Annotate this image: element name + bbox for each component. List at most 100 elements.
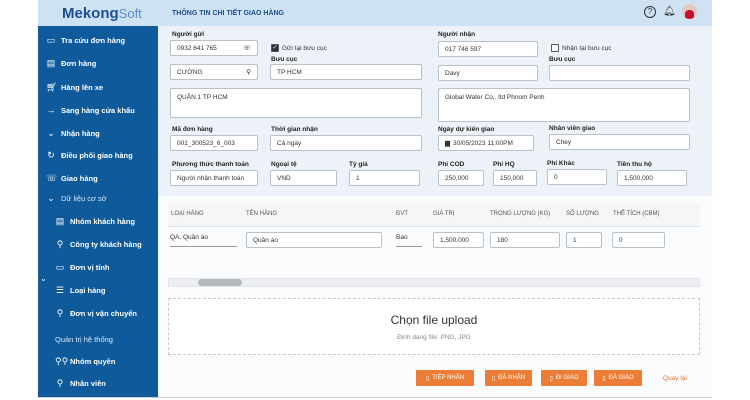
sender-phone-input[interactable]: 0932 641 765 ☏ — [170, 40, 258, 56]
other-fee-input[interactable]: 0 — [547, 169, 607, 185]
receiver-label: Người nhận — [438, 31, 476, 38]
sender-phone-value: 0932 641 765 — [177, 44, 217, 52]
sidebar-item-label: Điều phối giao hàng — [61, 151, 133, 160]
sidebar-item-label: Đơn hàng — [61, 59, 97, 68]
rate-input[interactable]: 1 — [349, 170, 420, 186]
collect-input[interactable]: 1,500,000 — [617, 170, 687, 186]
sidebar-item-label: Giao hàng — [61, 174, 98, 183]
logo-text: Mekong — [62, 5, 119, 22]
col-value: GIÁ TRỊ — [433, 211, 455, 217]
col-quantity: SỐ LƯỢNG — [566, 211, 599, 217]
time-input[interactable]: Cả ngày — [270, 135, 422, 151]
sender-post-office-input[interactable]: TP HCM — [270, 64, 422, 80]
delivered-label: ĐÃ GIAO — [608, 375, 634, 381]
menu-icon: ☰ — [55, 285, 65, 295]
hq-input[interactable]: 150,000 — [493, 170, 537, 186]
delivery-date-input[interactable]: ▆ 30/05/2023 11:00PM — [438, 135, 534, 151]
users-icon: ⚲⚲ — [55, 356, 69, 366]
logo-suffix: Soft — [118, 6, 142, 21]
cell-volume-input[interactable]: 0 — [612, 232, 665, 248]
sidebar-item-hang-len-xe[interactable]: 🛒︎ Hàng lên xe — [46, 82, 103, 93]
sidebar-item-sang-hang-cua-khau[interactable]: → Sang hàng cửa khẩu — [46, 105, 135, 115]
sender-address-textarea[interactable]: QUẬN 1 TP HCM — [170, 88, 422, 118]
send-at-post-office-checkbox[interactable]: ✓ — [271, 44, 279, 52]
time-label: Thời gian nhận — [271, 126, 318, 133]
sidebar-item-dieu-phoi-giao-hang[interactable]: ↻ Điều phối giao hàng — [46, 150, 133, 161]
sidebar-item-tra-cuu-don-hang[interactable]: ▭ Tra cứu đơn hàng — [46, 35, 125, 46]
payment-input[interactable]: Người nhận thanh toán — [170, 170, 258, 186]
send-at-post-office-label: Gửi tại bưu cục — [282, 45, 327, 52]
scrollbar-thumb[interactable] — [198, 279, 242, 286]
chevron-down-icon: ⌄ — [47, 193, 55, 203]
sidebar-item-label: Quản trị hệ thống — [55, 335, 113, 344]
receive-at-post-office-label: Nhận tại bưu cục — [562, 45, 612, 52]
chevron-down-icon[interactable]: ⌄ — [40, 274, 47, 283]
staff-label: Nhân viên giao — [549, 125, 596, 132]
sidebar-item-nhom-khach-hang[interactable]: ▤ Nhóm khách hàng — [55, 216, 135, 227]
receive-button[interactable]: ▯ TIẾP NHẬN — [416, 370, 474, 386]
cod-label: Phí COD — [438, 161, 465, 168]
receiver-post-office-input[interactable] — [549, 65, 690, 81]
cell-type[interactable]: QA, Quần áo — [170, 232, 237, 247]
upload-subtitle: Định dạng file: PNG, JPG — [397, 334, 471, 341]
other-fee-label: Phí Khác — [547, 160, 575, 167]
sidebar-item-nhom-quyen[interactable]: ⚲⚲ Nhóm quyền — [55, 356, 115, 367]
sidebar-item-label: Đơn vị vận chuyển — [70, 309, 138, 318]
sender-post-office-label: Bưu cục — [271, 56, 298, 63]
sidebar-item-label: Nhân viên — [70, 379, 106, 388]
bell-icon[interactable]: 🔔︎ — [663, 6, 676, 18]
list-icon: ▤ — [55, 216, 65, 226]
cell-value-input[interactable]: 1,500,000 — [433, 232, 484, 248]
sidebar-item-label: Nhận hàng — [61, 129, 100, 138]
horizontal-scrollbar[interactable] — [168, 278, 700, 287]
user-icon: ⚲ — [246, 69, 251, 76]
rate-label: Tỷ giá — [349, 161, 368, 168]
sidebar-item-nhan-vien[interactable]: ⚲ Nhân viên — [55, 378, 106, 389]
staff-input[interactable]: Chey — [549, 134, 690, 150]
sidebar-item-quan-tri-he-thong[interactable]: Quản trị hệ thống — [55, 335, 113, 344]
delivering-label: ĐI GIAO — [555, 375, 579, 381]
receiver-name-input[interactable]: Davy — [438, 65, 538, 81]
cell-weight-input[interactable]: 180 — [490, 232, 560, 248]
delivered-button[interactable]: ▯ ĐÃ GIAO — [594, 370, 642, 386]
sidebar-item-label: Công ty khách hàng — [70, 240, 142, 249]
sidebar-item-don-vi-tinh[interactable]: ▭ Đơn vị tính — [55, 262, 110, 273]
sidebar-item-giao-hang[interactable]: ☏ Giao hàng — [46, 173, 98, 184]
sidebar-item-du-lieu-co-so[interactable]: ⌄ Dữ liệu cơ sở — [46, 193, 107, 204]
cell-name-input[interactable]: Quần áo — [246, 232, 382, 248]
cell-quantity-input[interactable]: 1 — [566, 232, 602, 248]
sidebar-item-nhan-hang[interactable]: ⌄ Nhận hàng — [46, 128, 100, 139]
sidebar-item-label: Dữ liệu cơ sở — [61, 194, 107, 203]
col-unit: ĐVT — [396, 211, 408, 217]
sidebar-item-don-vi-van-chuyen[interactable]: ⚲ Đơn vị vận chuyển — [55, 308, 137, 319]
receive-label: TIẾP NHẬN — [432, 375, 465, 381]
sidebar-item-label: Nhóm khách hàng — [70, 217, 136, 226]
sidebar-item-cong-ty-khach-hang[interactable]: ⚲ Công ty khách hàng — [55, 239, 142, 250]
help-icon[interactable]: ? — [644, 6, 656, 18]
back-link[interactable]: Quay lại — [663, 375, 687, 382]
folder-icon: ▭ — [55, 262, 65, 272]
sidebar-item-loai-hang[interactable]: ☰ Loại hàng — [55, 285, 105, 296]
logo[interactable]: MekongSoft — [62, 5, 142, 22]
receiver-address-textarea[interactable]: Global Water Co,. ltd Phnom Penh — [438, 88, 690, 122]
order-code-input[interactable]: 001_300523_6_003 — [170, 135, 258, 151]
received-button[interactable]: ▯ ĐÃ NHẬN — [485, 370, 532, 386]
cell-unit[interactable]: Bao — [396, 232, 422, 247]
payment-label: Phương thức thanh toán — [172, 161, 249, 168]
arrow-right-icon: → — [46, 105, 56, 115]
avatar[interactable] — [682, 4, 697, 19]
sidebar-item-don-hang[interactable]: ▤ Đơn hàng — [46, 58, 97, 69]
cod-input[interactable]: 250,000 — [438, 170, 484, 186]
col-name: TÊN HÀNG — [246, 211, 278, 217]
delivering-button[interactable]: ▯ ĐI GIAO — [541, 370, 587, 386]
sender-name-input[interactable]: CƯỜNG ⚲ — [170, 64, 258, 80]
document-icon: ▯ — [549, 375, 553, 382]
sidebar-item-label: Đơn vị tính — [70, 263, 110, 272]
receiver-phone-input[interactable]: 017 746 597 — [438, 41, 538, 57]
receive-at-post-office-checkbox[interactable] — [551, 44, 559, 52]
currency-input[interactable]: VND — [270, 170, 337, 186]
sidebar-item-label: Tra cứu đơn hàng — [61, 36, 126, 45]
phone-icon: ☏ — [46, 173, 58, 183]
archive-icon: ▭ — [46, 35, 56, 45]
sender-name-value: CƯỜNG — [177, 68, 203, 76]
